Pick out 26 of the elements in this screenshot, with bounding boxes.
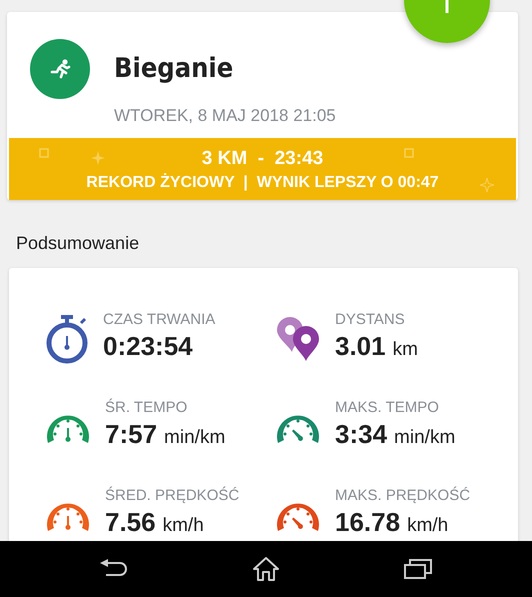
metric-label: MAKS. TEMPO xyxy=(335,398,440,416)
record-headline: 3 KM - 23:43 xyxy=(202,148,324,170)
metric-value: 3.01 km xyxy=(335,330,418,362)
activity-title: Bieganie xyxy=(114,53,234,84)
sparkle-icon xyxy=(480,178,494,192)
metric-value: 7.56 km/h xyxy=(105,506,205,538)
metric-value: 16.78 km/h xyxy=(335,506,450,538)
record-detail: REKORD ŻYCIOWY | WYNIK LEPSZY O 00:47 xyxy=(86,174,439,192)
sparkle-icon xyxy=(37,146,51,160)
home-icon[interactable] xyxy=(252,556,280,582)
sparkle-icon xyxy=(402,146,416,160)
activity-date: WTOREK, 8 MAJ 2018 21:05 xyxy=(114,106,336,126)
section-heading: Podsumowanie xyxy=(16,233,140,254)
metric-label: ŚR. TEMPO xyxy=(105,398,188,416)
recent-apps-icon[interactable] xyxy=(404,559,432,579)
metric-value: 3:34 min/km xyxy=(335,418,456,450)
metric-label: CZAS TRWANIA xyxy=(103,310,216,328)
sparkle-icon xyxy=(91,151,105,165)
metric-label: MAKS. PRĘDKOŚĆ xyxy=(335,486,470,504)
metric-label: DYSTANS xyxy=(335,310,406,328)
metric-value: 7:57 min/km xyxy=(105,418,226,450)
plus-icon xyxy=(445,0,449,13)
metric-label: ŚRED. PRĘDKOŚĆ xyxy=(105,486,240,504)
metric-value: 0:23:54 xyxy=(103,330,194,362)
back-icon[interactable] xyxy=(100,559,128,579)
running-icon xyxy=(30,39,90,99)
